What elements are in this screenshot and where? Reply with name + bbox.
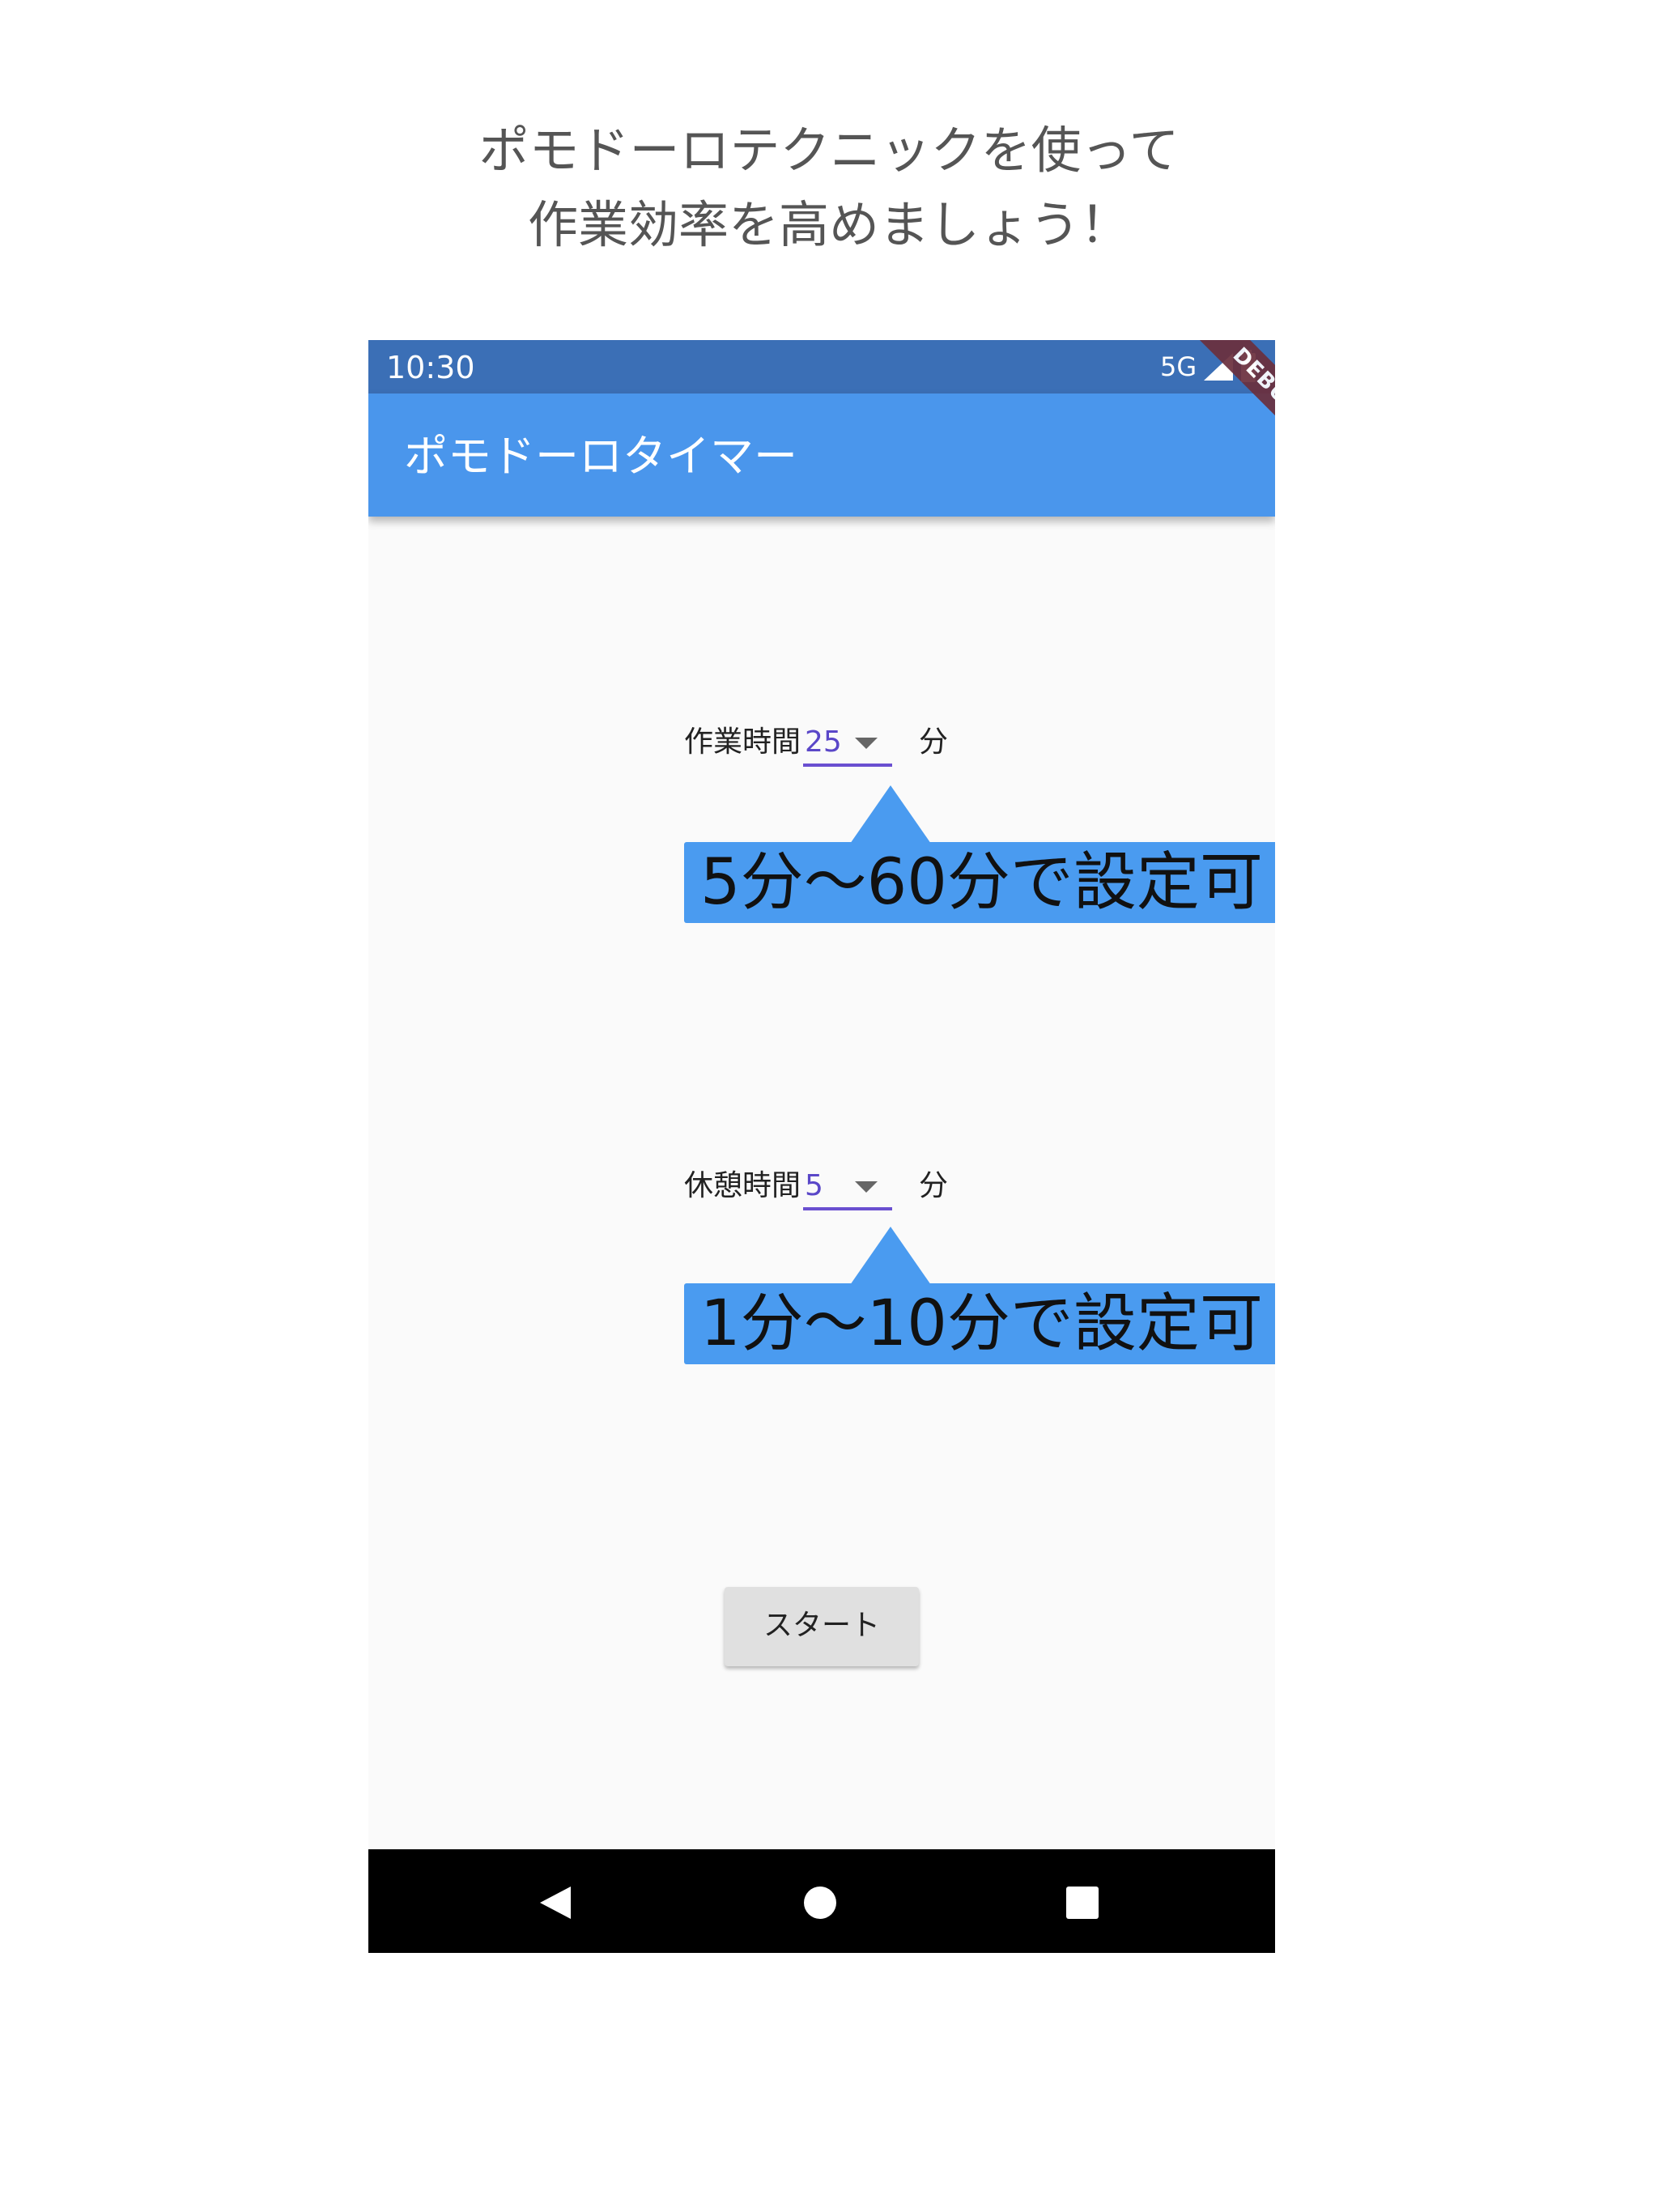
- phone-screen: 10:30 5G ポモドーロタイマー DEBUG 作業時間 25 分 5分〜60…: [368, 340, 1275, 1953]
- promo-headline: ポモドーロテクニックを使って 作業効率を高めましょう！: [0, 113, 1658, 262]
- break-time-setting: 休憩時間 5 分: [684, 1152, 1008, 1225]
- break-time-underline: [803, 1207, 892, 1210]
- status-bar: 10:30 5G: [368, 340, 1275, 393]
- break-time-unit: 分: [919, 1169, 949, 1202]
- work-time-setting: 作業時間 25 分: [684, 708, 1008, 781]
- network-type-label: 5G: [1160, 351, 1197, 382]
- app-bar: ポモドーロタイマー: [368, 393, 1275, 517]
- start-button-label: スタート: [763, 1609, 880, 1642]
- work-time-range-text: 5分〜60分で設定可: [700, 846, 1263, 919]
- back-triangle-icon[interactable]: [540, 1887, 572, 1919]
- work-time-label: 作業時間: [684, 725, 801, 759]
- system-nav-bar: [368, 1849, 1275, 1953]
- break-time-dropdown[interactable]: 5: [803, 1160, 892, 1210]
- work-time-unit: 分: [919, 725, 949, 759]
- dropdown-arrow-icon: [855, 1181, 878, 1193]
- promo-headline-line-1: ポモドーロテクニックを使って: [478, 121, 1180, 180]
- home-circle-icon[interactable]: [804, 1887, 836, 1919]
- break-time-label: 休憩時間: [684, 1169, 801, 1202]
- promo-headline-line-2: 作業効率を高めましょう！: [527, 195, 1130, 254]
- callout-pointer: [850, 785, 931, 844]
- start-button[interactable]: スタート: [725, 1587, 919, 1666]
- work-time-value: 25: [805, 725, 842, 759]
- break-time-range-text: 1分〜10分で設定可: [700, 1287, 1263, 1360]
- status-time: 10:30: [386, 350, 475, 385]
- break-time-value: 5: [805, 1169, 823, 1202]
- dropdown-arrow-icon: [855, 738, 878, 749]
- work-time-underline: [803, 764, 892, 767]
- work-time-dropdown[interactable]: 25: [803, 717, 892, 767]
- recents-square-icon[interactable]: [1066, 1887, 1099, 1919]
- break-time-range-callout: 1分〜10分で設定可: [684, 1227, 1275, 1364]
- app-title: ポモドーロタイマー: [404, 431, 797, 482]
- callout-box: 5分〜60分で設定可: [684, 842, 1275, 923]
- callout-box: 1分〜10分で設定可: [684, 1283, 1275, 1364]
- callout-pointer: [850, 1227, 931, 1285]
- work-time-range-callout: 5分〜60分で設定可: [684, 785, 1275, 923]
